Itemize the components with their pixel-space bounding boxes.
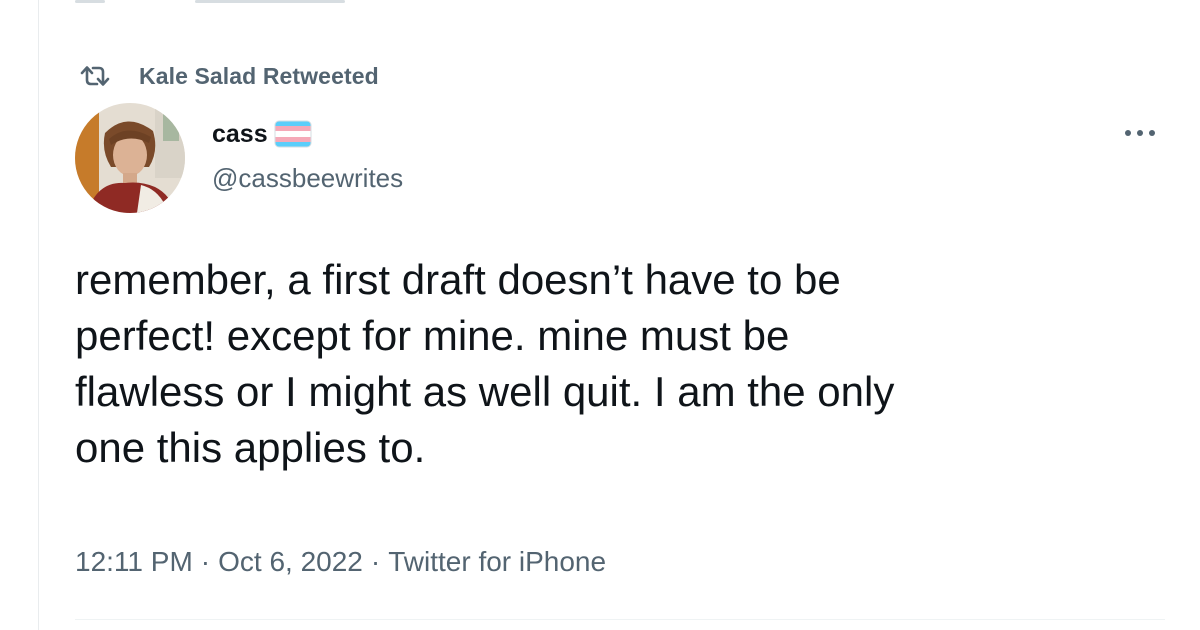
display-name: cass — [212, 119, 268, 148]
timeline-border — [38, 0, 39, 630]
tweet-page: Kale Salad Retweeted cass @cassbeewrites… — [0, 0, 1200, 630]
tweet-text: remember, a first draft doesn’t have to … — [75, 256, 895, 471]
tweet-source[interactable]: Twitter for iPhone — [388, 546, 606, 578]
avatar-photo — [75, 103, 185, 213]
meta-separator: · — [370, 546, 381, 577]
previous-tweet-remnant — [75, 0, 365, 3]
tweet-meta: 12:11 PM · Oct 6, 2022 · Twitter for iPh… — [75, 542, 606, 582]
transgender-flag-icon — [274, 120, 312, 148]
retweet-label: Kale Salad Retweeted — [139, 62, 379, 89]
tweet-time[interactable]: 12:11 PM — [75, 546, 193, 578]
more-icon — [1122, 125, 1158, 143]
author-handle[interactable]: @cassbeewrites — [212, 163, 403, 194]
divider — [75, 619, 1165, 620]
meta-separator: · — [200, 546, 211, 577]
author-name-row[interactable]: cass — [212, 116, 312, 152]
avatar[interactable] — [75, 103, 185, 213]
retweet-context[interactable]: Kale Salad Retweeted — [77, 60, 379, 92]
retweet-icon — [77, 64, 113, 88]
more-options-button[interactable] — [1118, 118, 1162, 150]
tweet-date[interactable]: Oct 6, 2022 — [218, 546, 363, 578]
